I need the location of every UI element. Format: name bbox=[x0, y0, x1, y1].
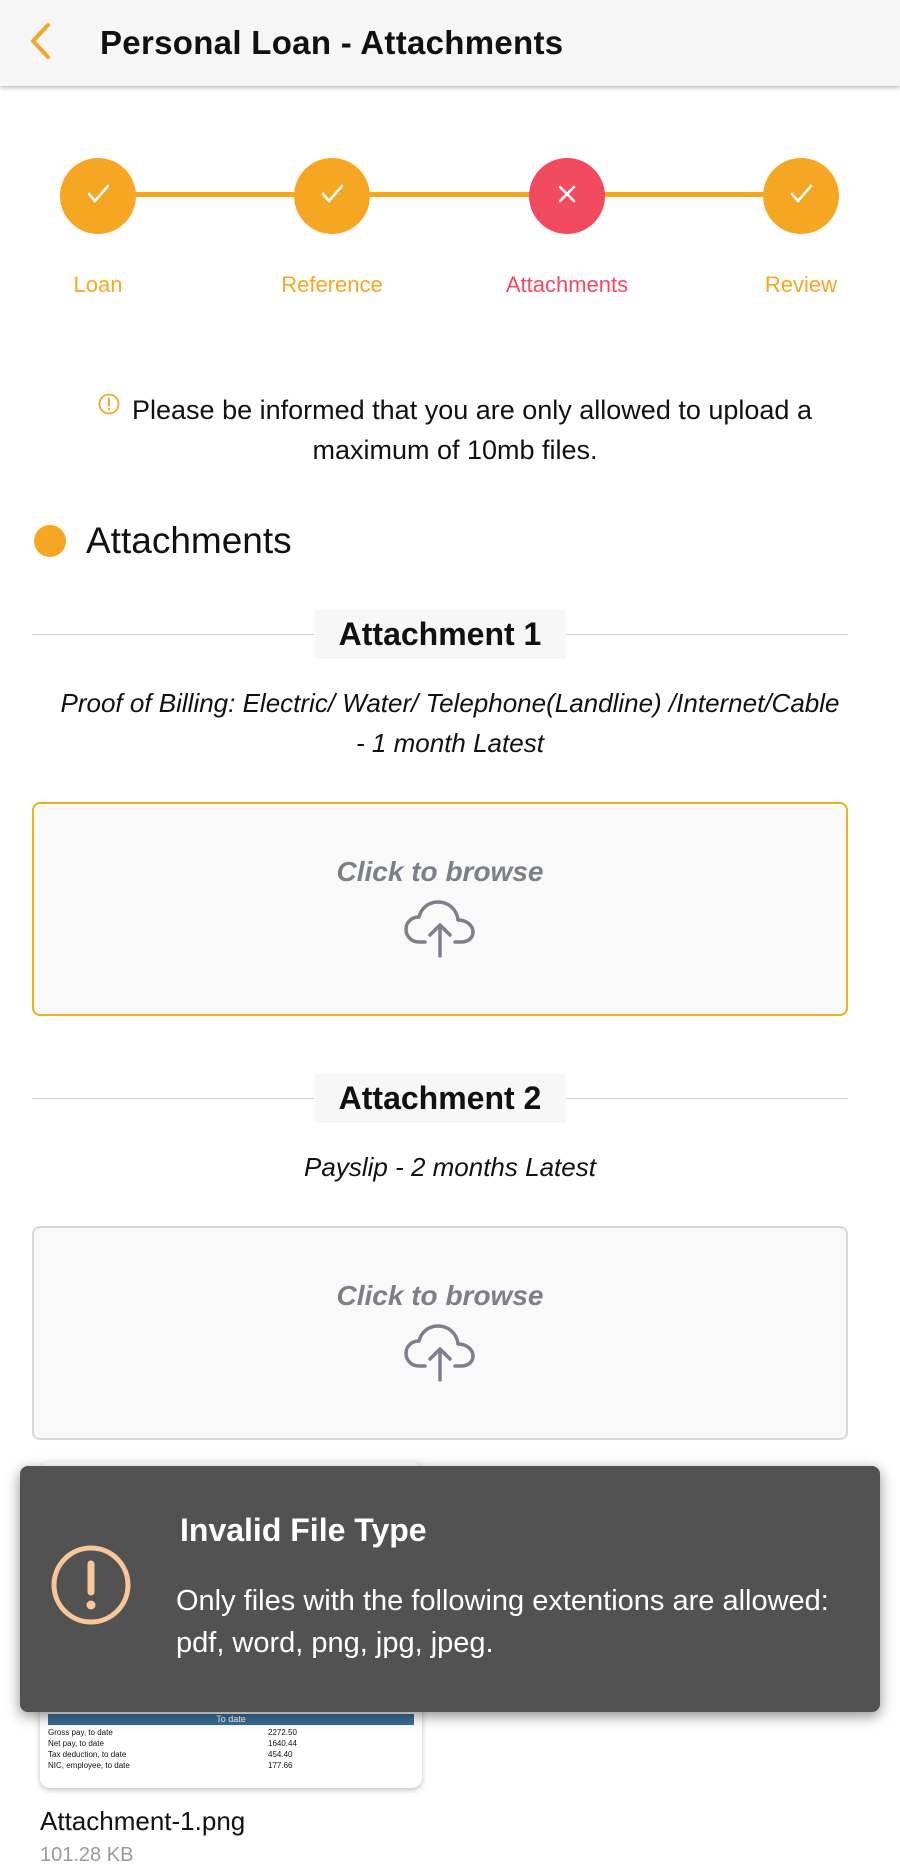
step-label: Reference bbox=[281, 272, 383, 297]
check-icon bbox=[317, 179, 347, 214]
step-circle-error bbox=[529, 158, 605, 234]
cloud-upload-icon bbox=[403, 1322, 477, 1387]
step-label: Review bbox=[764, 272, 838, 297]
preview-row: Tax deduction, to date 454.40 bbox=[48, 1749, 414, 1760]
back-button[interactable] bbox=[0, 0, 80, 86]
preview-row-label: Tax deduction, to date bbox=[48, 1750, 127, 1759]
attachment-2-dropzone[interactable]: Click to browse bbox=[32, 1226, 848, 1440]
x-icon bbox=[554, 181, 580, 212]
attachment-2-divider: Attachment 2 bbox=[32, 1074, 848, 1123]
browse-label: Click to browse bbox=[336, 855, 544, 887]
preview-row: Net pay, to date 1640.44 bbox=[48, 1738, 414, 1749]
attachment-1-title: Attachment 1 bbox=[314, 610, 566, 659]
attachment-2-title: Attachment 2 bbox=[314, 1074, 566, 1123]
step-circle-done bbox=[60, 158, 136, 234]
step-circle-done bbox=[763, 158, 839, 234]
check-icon bbox=[786, 179, 816, 214]
upload-size-notice: Please be informed that you are only all… bbox=[60, 386, 850, 470]
cloud-upload-icon bbox=[403, 898, 477, 963]
uploaded-file-size: 101.28 KB bbox=[40, 1844, 134, 1866]
invalid-file-toast[interactable]: Invalid File Type Only files with the fo… bbox=[20, 1466, 880, 1712]
app-header: Personal Loan - Attachments bbox=[0, 0, 900, 86]
attachment-1-divider: Attachment 1 bbox=[32, 610, 848, 659]
notice-text: Please be informed that you are only all… bbox=[132, 395, 812, 465]
preview-row-value: 1640.44 bbox=[268, 1739, 297, 1748]
preview-row-label: NIC, employee, to date bbox=[48, 1761, 130, 1770]
uploaded-file-name: Attachment-1.png bbox=[40, 1806, 246, 1836]
step-label: Attachments bbox=[505, 272, 629, 297]
attachment-1-dropzone[interactable]: Click to browse bbox=[32, 802, 848, 1016]
step-loan[interactable]: Loan bbox=[18, 158, 178, 298]
preview-table-header: To date bbox=[48, 1714, 414, 1725]
preview-row-label: Net pay, to date bbox=[48, 1739, 104, 1748]
browse-label: Click to browse bbox=[336, 1279, 544, 1311]
step-label: Loan bbox=[73, 272, 123, 297]
preview-row: Gross pay, to date 2272.50 bbox=[48, 1727, 414, 1738]
preview-row-label: Gross pay, to date bbox=[48, 1728, 113, 1737]
toast-title: Invalid File Type bbox=[180, 1512, 427, 1548]
step-reference[interactable]: Reference bbox=[252, 158, 412, 298]
stepper-line bbox=[98, 192, 802, 197]
step-circle-done bbox=[294, 158, 370, 234]
section-dot bbox=[34, 525, 66, 557]
step-review[interactable]: Review bbox=[721, 158, 881, 298]
page-title: Personal Loan - Attachments bbox=[100, 24, 564, 61]
step-attachments[interactable]: Attachments bbox=[487, 158, 647, 298]
preview-table: Gross pay, to date 2272.50 Net pay, to da… bbox=[48, 1727, 414, 1771]
section-title: Attachments bbox=[86, 520, 292, 561]
exclamation-circle-icon bbox=[98, 386, 120, 426]
exclamation-circle-icon bbox=[50, 1544, 132, 1631]
section-heading: Attachments bbox=[34, 520, 292, 562]
preview-row: NIC, employee, to date 177.66 bbox=[48, 1760, 414, 1771]
preview-row-value: 2272.50 bbox=[268, 1728, 297, 1737]
preview-row-value: 454.40 bbox=[268, 1750, 293, 1759]
chevron-left-icon bbox=[28, 21, 52, 66]
progress-stepper: Loan Reference Attachments Review bbox=[0, 150, 900, 310]
toast-message: Only files with the following extentions… bbox=[176, 1585, 829, 1659]
check-icon bbox=[83, 179, 113, 214]
preview-row-value: 177.66 bbox=[268, 1761, 293, 1770]
attachment-2-description: Payslip - 2 months Latest bbox=[304, 1152, 596, 1182]
attachment-1-description: Proof of Billing: Electric/ Water/ Telep… bbox=[60, 688, 840, 758]
